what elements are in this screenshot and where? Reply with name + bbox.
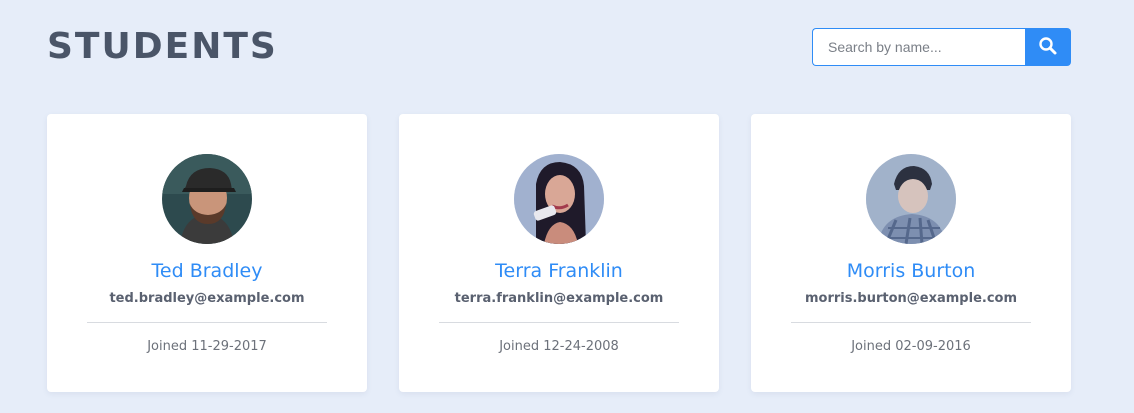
- student-name[interactable]: Ted Bradley: [152, 259, 263, 283]
- avatar: [866, 154, 956, 244]
- search-button[interactable]: [1025, 28, 1071, 66]
- card-divider: [791, 322, 1031, 323]
- card-divider: [87, 322, 327, 323]
- avatar: [514, 154, 604, 244]
- student-email: terra.franklin@example.com: [454, 291, 664, 306]
- page-title: STUDENTS: [47, 26, 278, 67]
- search-input[interactable]: [812, 28, 1025, 66]
- student-email: ted.bradley@example.com: [109, 291, 305, 306]
- joined-date: Joined 11-29-2017: [147, 339, 267, 354]
- student-card: Terra Franklin terra.franklin@example.co…: [399, 114, 719, 392]
- student-card-list: Ted Bradley ted.bradley@example.com Join…: [47, 114, 1071, 392]
- search-bar: [812, 28, 1071, 66]
- avatar: [162, 154, 252, 244]
- student-name[interactable]: Morris Burton: [847, 259, 976, 283]
- student-name[interactable]: Terra Franklin: [495, 259, 623, 283]
- student-email: morris.burton@example.com: [804, 291, 1018, 306]
- joined-date: Joined 02-09-2016: [851, 339, 971, 354]
- students-page: STUDENTS Search by name... Ted Bradley t…: [0, 0, 1134, 413]
- card-divider: [439, 322, 679, 323]
- student-card: Morris Burton morris.burton@example.com …: [751, 114, 1071, 392]
- search-icon: [1038, 36, 1058, 59]
- student-card: Ted Bradley ted.bradley@example.com Join…: [47, 114, 367, 392]
- joined-date: Joined 12-24-2008: [499, 339, 619, 354]
